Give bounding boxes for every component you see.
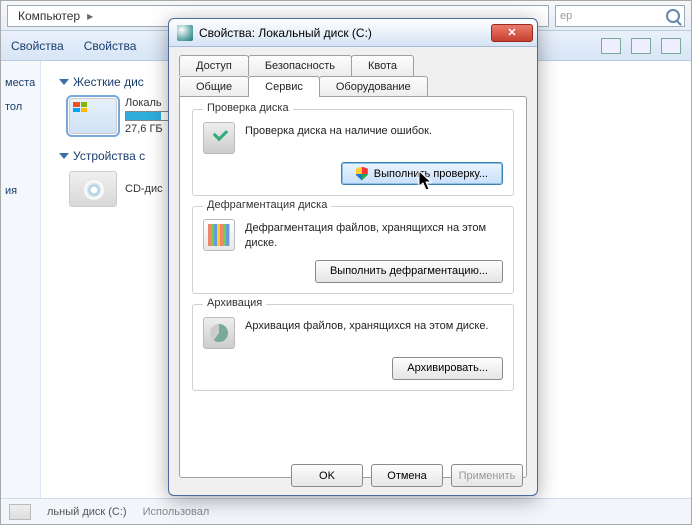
hard-drive-icon [9, 504, 31, 520]
group-defrag-legend: Дефрагментация диска [203, 199, 331, 211]
tab-hardware[interactable]: Оборудование [319, 76, 428, 97]
dialog-title: Свойства: Локальный диск (C:) [199, 26, 491, 40]
tab-access[interactable]: Доступ [179, 55, 249, 76]
nav-favorites[interactable]: места [1, 71, 40, 95]
uac-shield-icon [356, 167, 368, 181]
apply-button[interactable]: Применить [451, 464, 523, 487]
properties-dialog: Свойства: Локальный диск (C:) ✕ Доступ Б… [168, 18, 538, 496]
defrag-button[interactable]: Выполнить дефрагментацию... [315, 260, 503, 283]
dialog-titlebar[interactable]: Свойства: Локальный диск (C:) ✕ [169, 19, 537, 47]
check-disk-icon [203, 122, 235, 154]
ok-button[interactable]: OK [291, 464, 363, 487]
nav-recent[interactable]: ия [1, 179, 40, 203]
drive-icon [177, 25, 193, 41]
backup-icon [203, 317, 235, 349]
defrag-text: Дефрагментация файлов, хранящихся на это… [245, 219, 503, 252]
collapse-icon[interactable] [59, 79, 69, 85]
search-icon [666, 9, 680, 23]
drive-cd-label: CD-дис [125, 183, 163, 195]
cd-drive-icon [69, 171, 117, 207]
defrag-icon [203, 219, 235, 251]
breadcrumb-root[interactable]: Компьютер [14, 9, 84, 23]
backup-button[interactable]: Архивировать... [392, 357, 503, 380]
tab-strip: Доступ Безопасность Квота [179, 55, 527, 76]
status-bar: льный диск (C:) Использовал [1, 498, 691, 524]
group-defrag: Дефрагментация диска Дефрагментация файл… [192, 206, 514, 294]
collapse-icon[interactable] [59, 153, 69, 159]
tab-panel-service: Проверка диска Проверка диска на наличие… [179, 96, 527, 478]
group-check-disk: Проверка диска Проверка диска на наличие… [192, 109, 514, 196]
tab-general[interactable]: Общие [179, 76, 249, 97]
properties-button-2[interactable]: Свойства [84, 39, 137, 53]
preview-pane-icon[interactable] [631, 38, 651, 54]
dialog-buttons: OK Отмена Применить [291, 464, 523, 487]
group-backup: Архивация Архивация файлов, хранящихся н… [192, 304, 514, 391]
group-backup-legend: Архивация [203, 297, 266, 309]
check-disk-text: Проверка диска на наличие ошибок. [245, 122, 432, 139]
close-button[interactable]: ✕ [491, 24, 533, 42]
search-input[interactable]: ер [555, 5, 685, 27]
nav-desktop[interactable]: тол [1, 95, 40, 119]
group-check-legend: Проверка диска [203, 102, 293, 114]
status-drive-name: льный диск (C:) [47, 506, 127, 518]
hard-drive-icon [69, 98, 117, 134]
status-used-label: Использовал [143, 506, 210, 518]
check-disk-button[interactable]: Выполнить проверку... [341, 162, 503, 185]
cancel-button[interactable]: Отмена [371, 464, 443, 487]
tab-security[interactable]: Безопасность [248, 55, 352, 76]
tab-quota[interactable]: Квота [351, 55, 414, 76]
search-placeholder: ер [560, 10, 666, 22]
chevron-right-icon: ▸ [84, 9, 96, 23]
help-icon[interactable] [661, 38, 681, 54]
view-options-icon[interactable] [601, 38, 621, 54]
tab-service[interactable]: Сервис [248, 76, 320, 97]
nav-pane: места тол ия [1, 61, 41, 501]
backup-text: Архивация файлов, хранящихся на этом дис… [245, 317, 489, 334]
properties-button-1[interactable]: Свойства [11, 39, 64, 53]
